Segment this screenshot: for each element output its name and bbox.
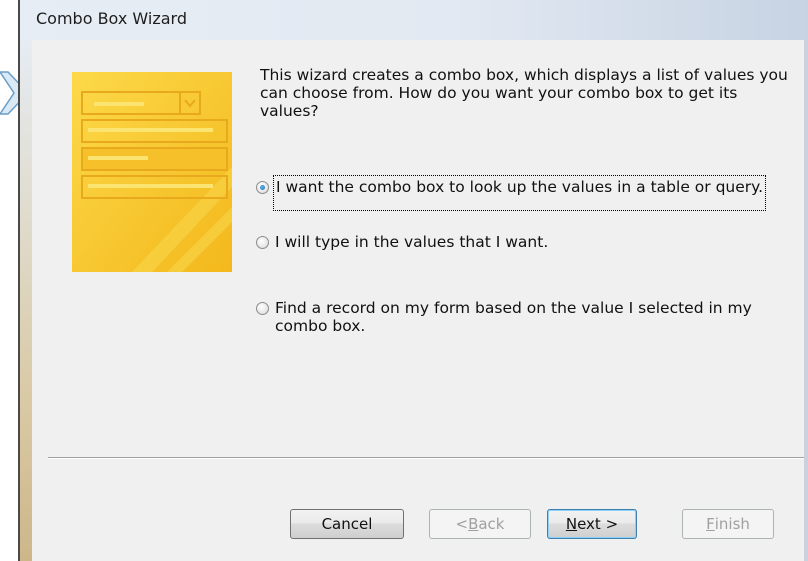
back-button-prefix: < [455,515,469,533]
next-button[interactable]: Next > [547,509,637,539]
combo-box-illustration-icon [72,72,232,272]
next-button-suffix: ext > [577,515,619,533]
radio-unselected-icon[interactable] [256,236,269,249]
finish-button-suffix: inish [714,515,750,533]
combo-box-wizard-dialog: Combo Box Wizard This wizard creates a c… [18,0,808,561]
back-button[interactable]: < Back [429,509,531,539]
radio-selected-icon[interactable] [256,181,269,194]
option-label: Find a record on my form based on the va… [275,299,752,335]
option-label: I want the combo box to look up the valu… [273,175,767,211]
option-label: I will type in the values that I want. [275,233,549,251]
finish-button[interactable]: Finish [682,509,774,539]
back-button-suffix: ack [478,515,505,533]
window-frame-left [20,40,32,561]
cancel-button[interactable]: Cancel [290,509,404,539]
window-frame-right [804,40,808,561]
back-button-accesskey: B [468,515,479,533]
option-lookup-table-query[interactable]: I want the combo box to look up the valu… [256,175,767,211]
option-type-values[interactable]: I will type in the values that I want. [256,233,550,251]
finish-button-accesskey: F [706,515,715,533]
window-title: Combo Box Wizard [36,9,187,28]
wizard-client-area: This wizard creates a combo box, which d… [32,40,804,561]
button-separator [48,457,804,459]
cancel-button-label: Cancel [321,515,373,533]
radio-unselected-icon[interactable] [256,302,269,315]
wizard-intro-text: This wizard creates a combo box, which d… [260,66,788,120]
next-button-accesskey: N [565,515,578,533]
option-find-record[interactable]: Find a record on my form based on the va… [256,299,754,335]
title-bar[interactable]: Combo Box Wizard [20,0,808,41]
